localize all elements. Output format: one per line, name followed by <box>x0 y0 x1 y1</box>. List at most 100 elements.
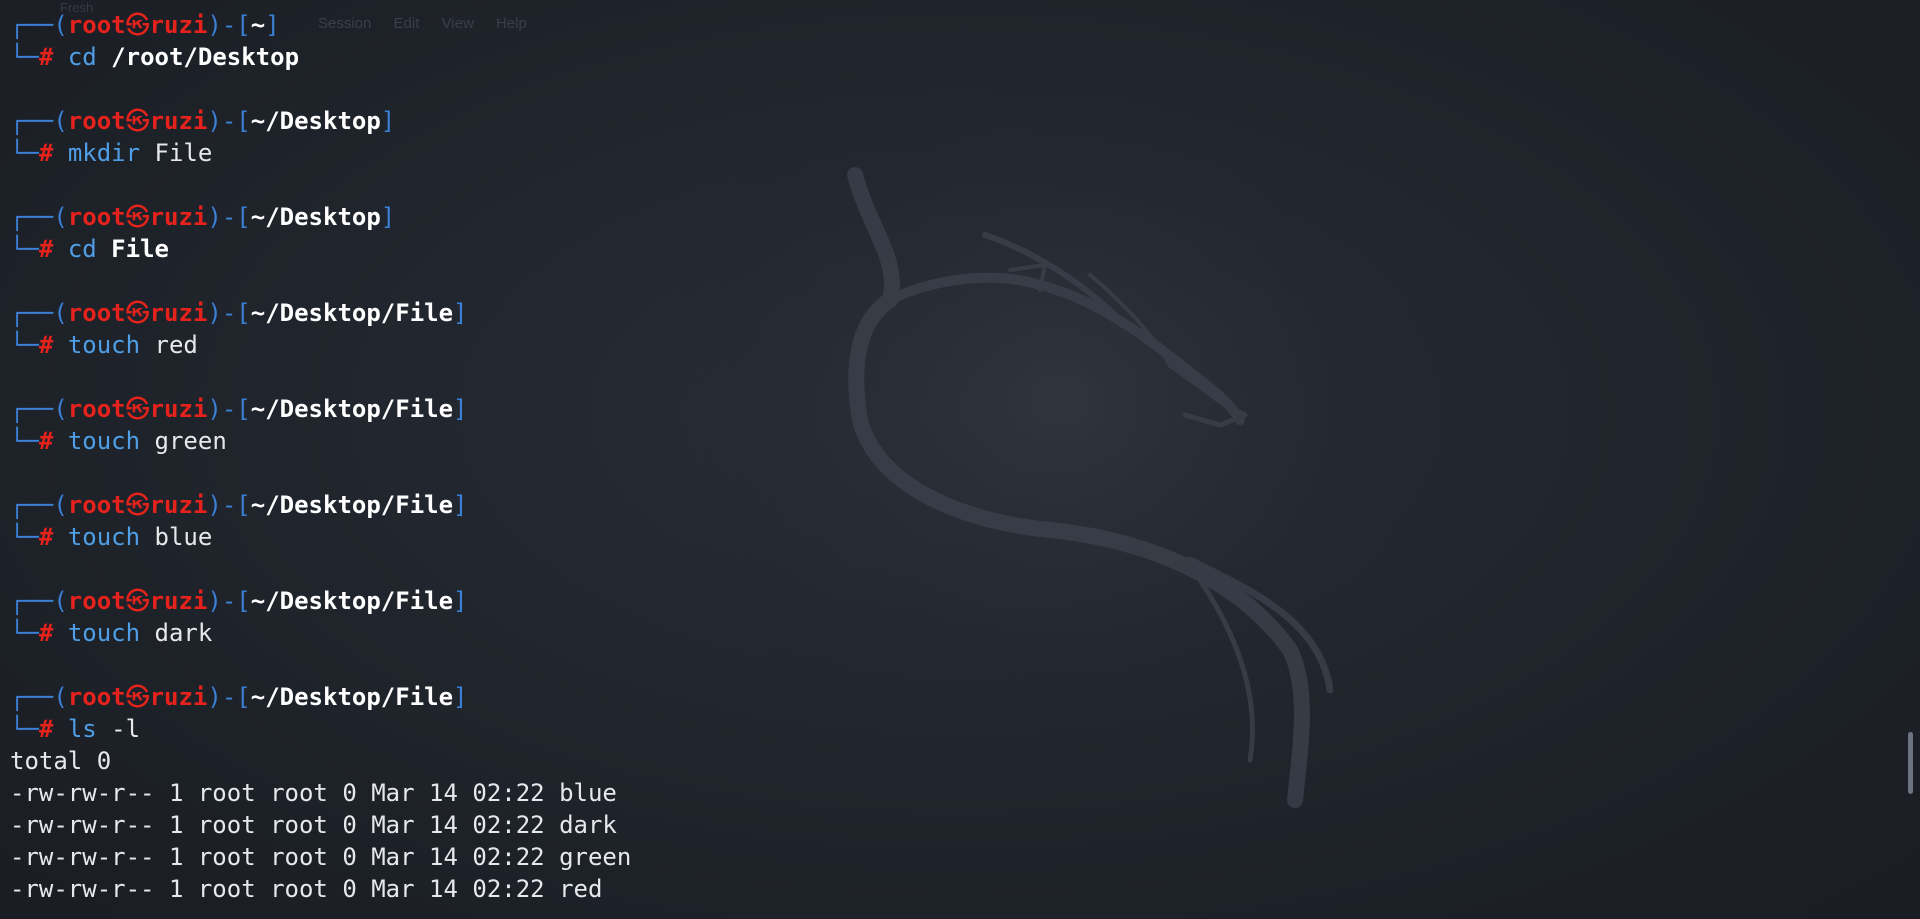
prompt-user: root <box>67 299 126 327</box>
prompt-frame: )-[ <box>207 491 251 519</box>
prompt-frame: └─ <box>10 139 39 167</box>
prompt-path: ~/Desktop/File <box>250 491 454 519</box>
prompt-user: root <box>67 203 126 231</box>
command-name: touch <box>67 523 141 551</box>
prompt-frame: ] <box>453 587 468 615</box>
command-line: └─# cd /root/Desktop <box>10 41 1880 73</box>
prompt-host: ruzi <box>149 587 208 615</box>
output-line: -rw-rw-r-- 1 root root 0 Mar 14 02:22 re… <box>10 875 603 903</box>
prompt-frame: ] <box>453 491 468 519</box>
prompt-block: ┌──(root㉿ruzi)-[~/Desktop/File] └─# touch… <box>10 297 1880 361</box>
command-line: └─# touch green <box>10 425 1880 457</box>
prompt-frame: ┌──( <box>10 299 68 327</box>
prompt-hash: # <box>38 235 54 263</box>
output-line: -rw-rw-r-- 1 root root 0 Mar 14 02:22 da… <box>10 811 617 839</box>
command-name: ls <box>67 715 97 743</box>
prompt-frame: ┌──( <box>10 107 68 135</box>
prompt-block: ┌──(root㉿ruzi)-[~/Desktop/File] └─# ls -l <box>10 681 1880 745</box>
prompt-host: ruzi <box>149 203 208 231</box>
prompt-header-line: ┌──(root㉿ruzi)-[~/Desktop] <box>10 105 1880 137</box>
prompt-block: ┌──(root㉿ruzi)-[~/Desktop/File] └─# touch… <box>10 393 1880 457</box>
prompt-host: ruzi <box>149 395 208 423</box>
prompt-frame: ┌──( <box>10 203 68 231</box>
prompt-frame: ┌──( <box>10 683 68 711</box>
prompt-hash: # <box>38 139 54 167</box>
prompt-user: root <box>67 491 126 519</box>
prompt-hash: # <box>38 715 54 743</box>
command-line: └─# touch blue <box>10 521 1880 553</box>
prompt-path: ~/Desktop/File <box>250 587 454 615</box>
output-line: -rw-rw-r-- 1 root root 0 Mar 14 02:22 bl… <box>10 779 617 807</box>
prompt-user: root <box>67 587 126 615</box>
prompt-frame: └─ <box>10 331 39 359</box>
prompt-frame: ┌──( <box>10 491 68 519</box>
prompt-header-line: ┌──(root㉿ruzi)-[~/Desktop/File] <box>10 297 1880 329</box>
prompt-block: ┌──(root㉿ruzi)-[~/Desktop] └─# mkdir File <box>10 105 1880 169</box>
prompt-frame: ] <box>453 395 468 423</box>
prompt-frame: )-[ <box>207 299 251 327</box>
prompt-user: root <box>67 107 126 135</box>
prompt-frame: └─ <box>10 235 39 263</box>
command-line: └─# cd File <box>10 233 1880 265</box>
command-name: touch <box>67 427 141 455</box>
terminal-output[interactable]: ┌──(root㉿ruzi)-[~] └─# cd /root/Desktop ┌─… <box>10 9 1880 905</box>
command-name: cd <box>67 235 97 263</box>
command-line: └─# ls -l <box>10 713 1880 745</box>
prompt-frame: ] <box>380 107 396 135</box>
scrollbar-thumb[interactable] <box>1908 732 1913 794</box>
prompt-hash: # <box>38 331 54 359</box>
prompt-frame: )-[ <box>207 11 251 39</box>
prompt-frame: └─ <box>10 43 39 71</box>
prompt-frame: ] <box>453 299 468 327</box>
prompt-header-line: ┌──(root㉿ruzi)-[~/Desktop/File] <box>10 393 1880 425</box>
prompt-hash: # <box>38 523 54 551</box>
prompt-host: ruzi <box>149 491 208 519</box>
prompt-path: ~/Desktop/File <box>250 395 454 423</box>
prompt-symbol: ㉿ <box>125 395 150 423</box>
command-argument: red <box>154 331 198 359</box>
prompt-frame: ] <box>265 11 280 39</box>
command-argument: /root/Desktop <box>111 43 300 71</box>
command-argument: -l <box>111 715 141 743</box>
prompt-block: ┌──(root㉿ruzi)-[~/Desktop/File] └─# touch… <box>10 489 1880 553</box>
scrollbar[interactable] <box>1906 0 1916 919</box>
prompt-hash: # <box>38 427 54 455</box>
prompt-frame: )-[ <box>207 587 251 615</box>
command-name: mkdir <box>67 139 141 167</box>
prompt-hash: # <box>38 43 54 71</box>
command-line: └─# touch dark <box>10 617 1880 649</box>
prompt-header-line: ┌──(root㉿ruzi)-[~/Desktop/File] <box>10 585 1880 617</box>
prompt-frame: )-[ <box>207 395 251 423</box>
command-argument: File <box>154 139 213 167</box>
prompt-block: ┌──(root㉿ruzi)-[~] └─# cd /root/Desktop <box>10 9 1880 73</box>
command-line: └─# mkdir File <box>10 137 1880 169</box>
prompt-host: ruzi <box>149 107 208 135</box>
prompt-frame: └─ <box>10 619 39 647</box>
prompt-user: root <box>67 11 126 39</box>
prompt-frame: ] <box>380 203 396 231</box>
prompt-symbol: ㉿ <box>125 299 150 327</box>
prompt-header-line: ┌──(root㉿ruzi)-[~/Desktop/File] <box>10 681 1880 713</box>
prompt-block: ┌──(root㉿ruzi)-[~/Desktop/File] └─# touch… <box>10 585 1880 649</box>
prompt-user: root <box>67 683 126 711</box>
prompt-hash: # <box>38 619 54 647</box>
terminal-window[interactable]: Fresh Session Edit View Help ┌──(root㉿ru… <box>0 0 1920 919</box>
prompt-frame: └─ <box>10 715 39 743</box>
prompt-path: ~ <box>250 11 266 39</box>
